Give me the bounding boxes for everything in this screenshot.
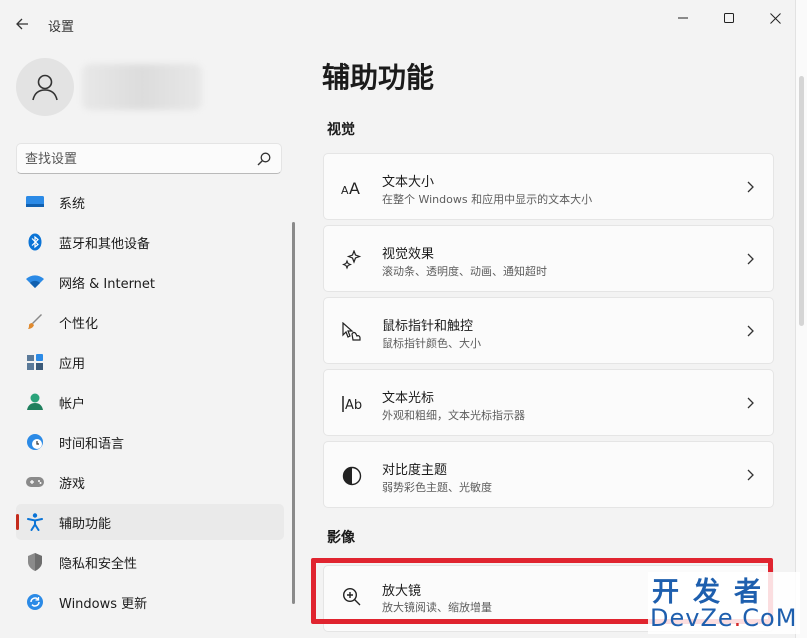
sidebar-item-accessibility[interactable]: 辅助功能	[16, 504, 284, 540]
card-subtitle: 在整个 Windows 和应用中显示的文本大小	[382, 193, 593, 206]
card-contrast-themes[interactable]: 对比度主题 弱势彩色主题、光敏度	[323, 441, 774, 508]
chevron-right-icon	[747, 253, 754, 265]
card-text-size[interactable]: AA 文本大小 在整个 Windows 和应用中显示的文本大小	[323, 153, 774, 220]
sidebar-item-label: 游戏	[59, 477, 86, 492]
accessibility-icon	[26, 513, 44, 531]
account-icon	[26, 393, 44, 411]
windows-update-icon	[26, 593, 44, 611]
maximize-icon	[724, 13, 734, 23]
card-subtitle: 滚动条、透明度、动画、通知超时	[382, 265, 547, 278]
brush-icon	[26, 313, 44, 331]
sidebar-item-label: 个性化	[59, 317, 99, 332]
avatar[interactable]	[16, 58, 74, 116]
username-blurred	[82, 64, 202, 110]
globe-clock-icon	[26, 433, 44, 451]
text-size-icon: AA	[341, 177, 363, 199]
sidebar-nav: 系统 蓝牙和其他设备 网络 & Internet 个性化 应用 帐户 时间和语言…	[16, 184, 284, 624]
watermark-line2: DevZe.CoM	[650, 604, 797, 632]
sidebar-item-windows-update[interactable]: Windows 更新	[16, 584, 284, 620]
app-title: 设置	[48, 20, 75, 35]
shield-icon	[26, 553, 44, 571]
close-icon	[769, 12, 781, 24]
system-display-icon	[26, 193, 44, 211]
page-title: 辅助功能	[322, 61, 435, 94]
sidebar-item-personalization[interactable]: 个性化	[16, 304, 284, 340]
watermark-line2-b: CoM	[742, 604, 798, 632]
sidebar-item-network[interactable]: 网络 & Internet	[16, 264, 284, 300]
sidebar-item-label: 辅助功能	[59, 517, 112, 532]
svg-text:Ab: Ab	[345, 398, 362, 413]
card-text-cursor[interactable]: Ab 文本光标 外观和粗细，文本光标指示器	[323, 369, 774, 436]
page-scrollbar[interactable]	[799, 76, 804, 326]
watermark-line2-dot: .	[733, 604, 743, 632]
sidebar-item-bluetooth[interactable]: 蓝牙和其他设备	[16, 224, 284, 260]
chevron-right-icon	[747, 325, 754, 337]
card-subtitle: 鼠标指针颜色、大小	[382, 337, 481, 350]
card-title: 视觉效果	[382, 247, 435, 262]
watermark: 开发者 DevZe.CoM	[648, 572, 800, 634]
person-icon	[32, 74, 58, 101]
card-title: 文本大小	[382, 175, 435, 190]
sidebar-item-label: 帐户	[59, 397, 86, 412]
search-box[interactable]	[16, 143, 282, 174]
chevron-right-icon	[747, 397, 754, 409]
contrast-icon	[341, 465, 363, 487]
gamepad-icon	[26, 473, 44, 491]
minimize-icon	[678, 17, 688, 19]
pointer-icon	[341, 321, 363, 343]
card-visual-effects[interactable]: 视觉效果 滚动条、透明度、动画、通知超时	[323, 225, 774, 292]
sidebar-item-gaming[interactable]: 游戏	[16, 464, 284, 500]
card-mouse-pointer-touch[interactable]: 鼠标指针和触控 鼠标指针颜色、大小	[323, 297, 774, 364]
back-arrow-icon	[16, 18, 28, 30]
search-input[interactable]	[25, 149, 245, 169]
maximize-button[interactable]	[706, 4, 752, 32]
section-label-imaging: 影像	[327, 530, 355, 546]
sidebar-item-label: 应用	[59, 357, 86, 372]
apps-icon	[26, 353, 44, 371]
back-button[interactable]	[10, 12, 34, 36]
close-button[interactable]	[752, 4, 798, 32]
sidebar-item-privacy[interactable]: 隐私和安全性	[16, 544, 284, 580]
sidebar-item-time-language[interactable]: 时间和语言	[16, 424, 284, 460]
window-edge	[795, 0, 807, 638]
minimize-button[interactable]	[660, 4, 706, 32]
card-subtitle: 弱势彩色主题、光敏度	[382, 481, 492, 494]
card-title: 对比度主题	[382, 463, 448, 478]
wifi-icon	[26, 273, 44, 291]
sidebar-item-apps[interactable]: 应用	[16, 344, 284, 380]
sidebar-scrollbar[interactable]	[292, 222, 295, 604]
sidebar-item-label: 隐私和安全性	[59, 557, 138, 572]
chevron-right-icon	[747, 469, 754, 481]
sidebar-item-label: 时间和语言	[59, 437, 125, 452]
sparkle-icon	[341, 249, 363, 271]
sidebar-item-accounts[interactable]: 帐户	[16, 384, 284, 420]
svg-text:A: A	[341, 184, 349, 196]
card-subtitle: 外观和粗细，文本光标指示器	[382, 409, 525, 422]
sidebar-item-label: 蓝牙和其他设备	[59, 237, 151, 252]
selection-indicator	[16, 514, 19, 530]
sidebar-item-label: 网络 & Internet	[59, 277, 156, 292]
sidebar-item-system[interactable]: 系统	[16, 184, 284, 220]
sidebar-item-label: Windows 更新	[59, 597, 148, 612]
sidebar-item-label: 系统	[59, 197, 86, 212]
card-title: 鼠标指针和触控	[382, 319, 474, 334]
svg-text:A: A	[349, 180, 360, 196]
section-label-vision: 视觉	[327, 122, 355, 138]
chevron-right-icon	[747, 181, 754, 193]
watermark-line2-a: DevZe	[650, 604, 734, 632]
search-icon[interactable]	[256, 151, 272, 167]
text-cursor-icon: Ab	[341, 393, 363, 415]
title-bar: 设置	[0, 0, 795, 48]
bluetooth-icon	[26, 233, 44, 251]
card-title: 文本光标	[382, 391, 435, 406]
